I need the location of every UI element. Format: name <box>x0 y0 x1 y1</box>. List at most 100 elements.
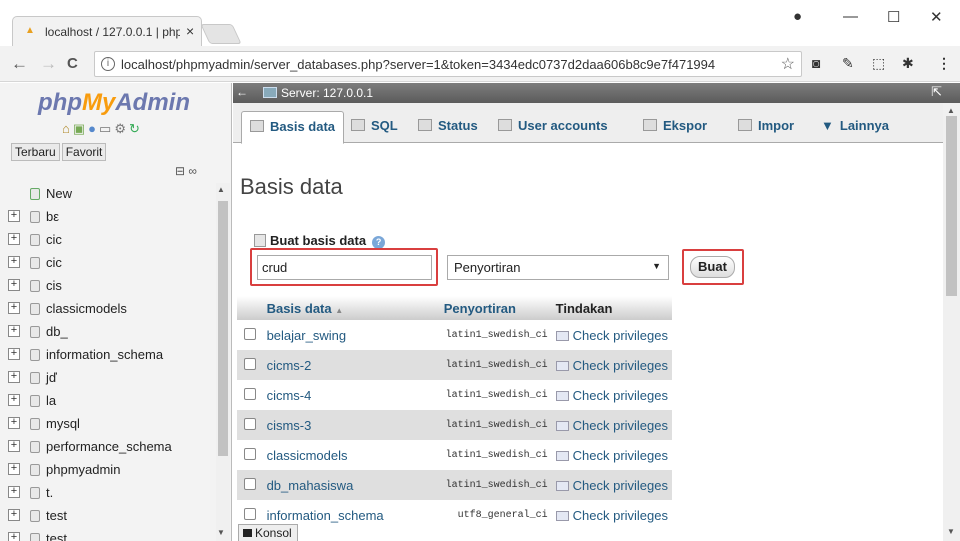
create-button[interactable]: Buat <box>690 256 735 278</box>
extension-dropper-icon[interactable]: ✎ <box>842 55 854 72</box>
row-checkbox[interactable] <box>243 387 256 400</box>
tab-lainnya[interactable]: ▼ Lainnya <box>813 111 897 144</box>
settings-icon[interactable]: ⚙ <box>114 121 129 136</box>
recent-tab[interactable]: Terbaru <box>11 143 60 161</box>
check-privileges-link[interactable]: Check privileges <box>551 500 672 530</box>
expand-icon[interactable]: + <box>8 233 20 245</box>
tree-database-item[interactable]: + information_schema <box>8 344 216 367</box>
extension-bug-icon[interactable]: ✱ <box>902 55 914 72</box>
logout-icon[interactable]: ▣ <box>73 121 88 136</box>
expand-icon[interactable]: + <box>8 463 20 475</box>
table-row: cicms-2 latin1_swedish_ci Check privileges <box>237 350 672 380</box>
tree-database-label: cic <box>46 255 62 270</box>
console-toggle[interactable]: Konsol <box>238 524 298 541</box>
browser-menu-icon[interactable]: ⋮ <box>937 55 951 72</box>
expand-icon[interactable]: + <box>8 371 20 383</box>
expand-icon[interactable]: + <box>8 302 20 314</box>
tree-database-item[interactable]: + bε <box>8 206 216 229</box>
check-privileges-link[interactable]: Check privileges <box>551 380 672 410</box>
bookmark-star-icon[interactable]: ☆ <box>781 54 795 74</box>
browser-tab[interactable]: ▲ localhost / 127.0.0.1 | php × <box>12 16 202 46</box>
tree-database-item[interactable]: + test <box>8 528 216 541</box>
expand-icon[interactable]: + <box>8 348 20 360</box>
tab-impor[interactable]: Impor <box>730 111 802 144</box>
tab-sql[interactable]: SQL <box>343 111 406 144</box>
row-checkbox[interactable] <box>243 447 256 460</box>
tab-ekspor[interactable]: Ekspor <box>635 111 715 144</box>
reload-button[interactable]: C <box>67 55 78 72</box>
expand-icon[interactable]: + <box>8 532 20 541</box>
phpmyadmin-logo[interactable]: phpMyAdmin <box>38 89 190 117</box>
tree-database-item[interactable]: + test <box>8 505 216 528</box>
expand-icon[interactable]: + <box>8 279 20 291</box>
tab-status[interactable]: Status <box>410 111 486 144</box>
tree-new-item[interactable]: New <box>8 183 216 206</box>
server-link[interactable]: Server: 127.0.0.1 <box>281 86 373 100</box>
expand-icon[interactable]: + <box>8 325 20 337</box>
check-privileges-link[interactable]: Check privileges <box>551 410 672 440</box>
tree-database-item[interactable]: + la <box>8 390 216 413</box>
expand-icon[interactable]: + <box>8 509 20 521</box>
content-scrollbar-thumb[interactable] <box>946 116 957 296</box>
tree-database-item[interactable]: + jď <box>8 367 216 390</box>
row-checkbox[interactable] <box>243 327 256 340</box>
tree-database-item[interactable]: + mysql <box>8 413 216 436</box>
help-icon[interactable]: ● <box>88 121 99 136</box>
database-link[interactable]: cicms-2 <box>262 350 440 380</box>
maximize-content-icon[interactable]: ⇱ <box>931 84 942 100</box>
database-link[interactable]: belajar_swing <box>262 320 440 350</box>
database-name-input[interactable] <box>257 255 432 280</box>
check-privileges-link[interactable]: Check privileges <box>551 440 672 470</box>
docs-icon[interactable]: ▭ <box>99 121 114 136</box>
tab-basis-data[interactable]: Basis data <box>241 111 345 144</box>
tree-database-item[interactable]: + phpmyadmin <box>8 459 216 482</box>
tree-database-item[interactable]: + performance_schema <box>8 436 216 459</box>
database-link[interactable]: classicmodels <box>262 440 440 470</box>
tree-database-item[interactable]: + cic <box>8 252 216 275</box>
extension-screenshot-icon[interactable]: ⬚ <box>872 55 885 72</box>
expand-icon[interactable]: + <box>8 417 20 429</box>
tree-database-item[interactable]: + classicmodels <box>8 298 216 321</box>
expand-icon[interactable]: + <box>8 394 20 406</box>
url-input[interactable]: i localhost/phpmyadmin/server_databases.… <box>94 51 802 77</box>
home-icon[interactable]: ⌂ <box>62 121 73 136</box>
expand-icon[interactable]: + <box>8 486 20 498</box>
close-window-button[interactable]: ✕ <box>930 8 943 26</box>
database-link[interactable]: cisms-3 <box>262 410 440 440</box>
back-button[interactable]: ← <box>11 54 28 74</box>
tree-database-item[interactable]: + cic <box>8 229 216 252</box>
expand-icon[interactable]: + <box>8 210 20 222</box>
row-checkbox[interactable] <box>243 357 256 370</box>
forward-button[interactable]: → <box>40 54 57 74</box>
check-privileges-link[interactable]: Check privileges <box>551 470 672 500</box>
row-checkbox[interactable] <box>243 477 256 490</box>
nav-scrollbar-thumb[interactable] <box>218 201 228 456</box>
database-link[interactable]: cicms-4 <box>262 380 440 410</box>
tree-database-item[interactable]: + db_ <box>8 321 216 344</box>
check-privileges-link[interactable]: Check privileges <box>551 350 672 380</box>
collapse-all-icon[interactable]: ⊟ <box>175 164 185 178</box>
tree-database-item[interactable]: + t. <box>8 482 216 505</box>
favorites-tab[interactable]: Favorit <box>61 143 107 161</box>
row-checkbox[interactable] <box>243 417 256 430</box>
header-collation[interactable]: Penyortiran <box>439 296 552 320</box>
tab-close-icon[interactable]: × <box>186 23 194 39</box>
expand-icon[interactable]: + <box>8 440 20 452</box>
site-info-icon[interactable]: i <box>101 57 115 71</box>
check-privileges-link[interactable]: Check privileges <box>551 320 672 350</box>
minimize-button[interactable]: — <box>843 8 858 25</box>
row-checkbox[interactable] <box>243 507 256 520</box>
link-with-main-icon[interactable]: ∞ <box>188 164 197 178</box>
new-tab-button[interactable] <box>200 24 242 44</box>
extension-mask-icon[interactable]: ◙ <box>812 55 820 71</box>
header-database-name[interactable]: Basis data ▲ <box>262 296 440 320</box>
profile-icon[interactable]: ● <box>793 8 802 25</box>
maximize-button[interactable]: ☐ <box>887 8 900 26</box>
tab-user-accounts[interactable]: User accounts <box>490 111 616 144</box>
reload-nav-icon[interactable]: ↻ <box>129 121 143 136</box>
collation-select[interactable]: Penyortiran ▼ <box>447 255 669 280</box>
collapse-nav-icon[interactable]: ← <box>236 85 248 99</box>
tree-database-item[interactable]: + cis <box>8 275 216 298</box>
database-link[interactable]: db_mahasiswa <box>262 470 440 500</box>
expand-icon[interactable]: + <box>8 256 20 268</box>
